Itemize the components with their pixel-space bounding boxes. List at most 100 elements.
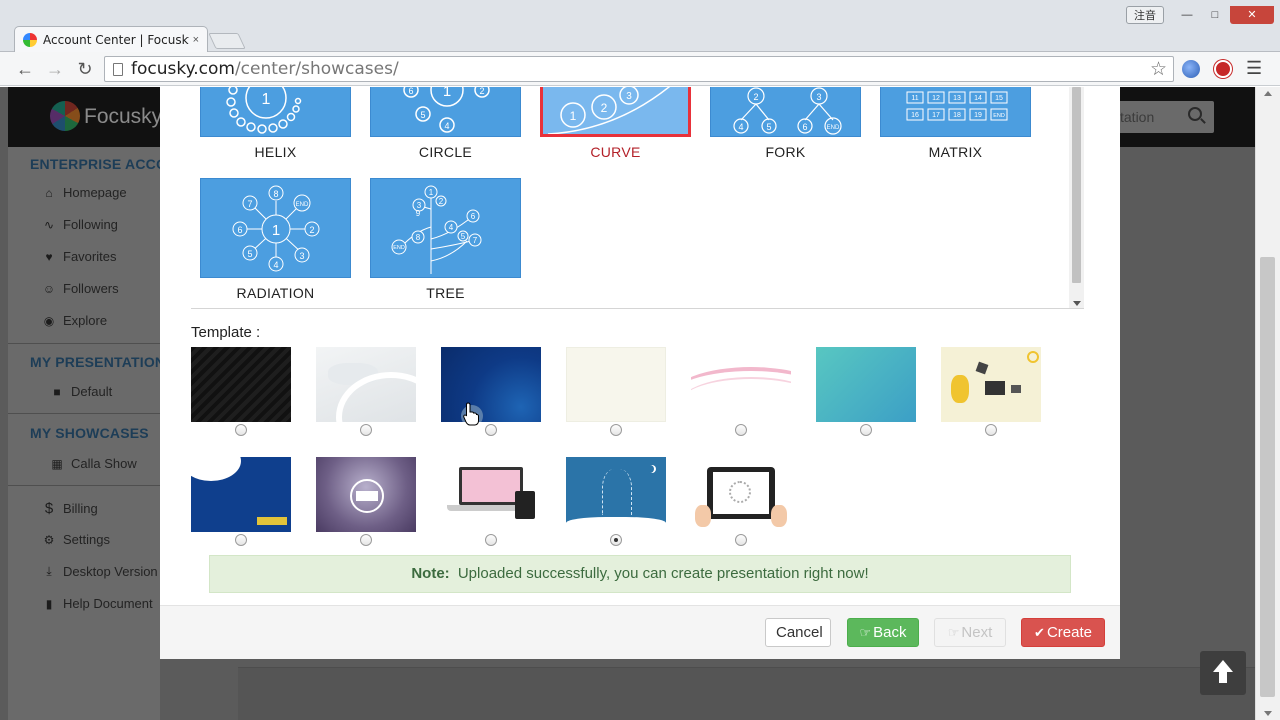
svg-text:13: 13 <box>953 95 961 102</box>
svg-text:2: 2 <box>309 225 314 235</box>
create-button[interactable]: ✔ Create <box>1021 618 1105 647</box>
users-icon: ☺ <box>42 281 56 296</box>
layout-label: MATRIX <box>928 144 983 160</box>
sidebar-item-calla-show[interactable]: ▦ Calla Show <box>50 456 136 471</box>
url-path: /center/showcases/ <box>234 59 399 79</box>
radiation-diagram-icon: 1 8 END 7 2 6 3 5 4 <box>232 185 320 272</box>
layout-thumb-helix: 1 <box>200 87 351 137</box>
layout-thumb-circle: 1 6 2 5 4 <box>370 87 521 137</box>
minimize-icon[interactable]: — <box>1174 6 1200 24</box>
search-icon[interactable] <box>1188 107 1202 121</box>
reload-icon[interactable]: ↻ <box>74 58 96 80</box>
sidebar-item-homepage[interactable]: ⌂ Homepage <box>42 185 127 200</box>
modal-footer: Cancel ☞ Back ☞ Next ✔ Create <box>160 605 1120 659</box>
template-thumb-5[interactable] <box>691 347 791 422</box>
new-tab-button[interactable] <box>208 33 246 49</box>
close-window-icon[interactable]: ✕ <box>1230 6 1274 24</box>
site-logo-text: Focusky <box>84 105 163 128</box>
tab-close-icon[interactable]: × <box>193 34 199 46</box>
fork-diagram-icon: 2 3 4 5 6 END <box>733 87 842 135</box>
template-radio-10[interactable] <box>485 534 497 546</box>
sidebar-item-explore[interactable]: ◉ Explore <box>42 313 107 328</box>
block-icon[interactable] <box>1214 60 1232 78</box>
layout-scrollbar[interactable] <box>1069 87 1084 308</box>
svg-text:4: 4 <box>273 260 278 270</box>
svg-text:3: 3 <box>299 251 304 261</box>
layout-thumb-tree: 1 2 3 4 5 6 7 8 9 END <box>370 178 521 278</box>
sidebar-item-default[interactable]: ■ Default <box>50 384 112 399</box>
template-thumb-6[interactable] <box>816 347 916 422</box>
layout-card-fork[interactable]: 2 3 4 5 6 END FORK <box>710 87 861 160</box>
menu-icon[interactable]: ☰ <box>1246 58 1262 79</box>
template-radio-1[interactable] <box>235 424 247 436</box>
sidebar-item-billing[interactable]: $ Billing <box>42 500 98 517</box>
svg-text:8: 8 <box>273 189 278 199</box>
template-radio-2[interactable] <box>360 424 372 436</box>
template-thumb-1[interactable] <box>191 347 291 422</box>
star-icon[interactable]: ☆ <box>1150 58 1167 81</box>
layout-label: TREE <box>426 285 465 301</box>
template-radio-5[interactable] <box>735 424 747 436</box>
sidebar-item-help-document[interactable]: ▮ Help Document <box>42 596 153 611</box>
svg-text:END: END <box>393 245 405 251</box>
browser-tab[interactable]: Account Center | Focusky × <box>14 26 208 52</box>
template-radio-8[interactable] <box>235 534 247 546</box>
template-thumb-3[interactable] <box>441 347 541 422</box>
svg-text:2: 2 <box>479 87 484 96</box>
template-thumb-12[interactable] <box>691 457 791 532</box>
layout-card-matrix[interactable]: 11 12 13 14 15 16 17 18 19 END MATRIX <box>880 87 1031 160</box>
address-bar[interactable]: focusky.com/center/showcases/ ☆ <box>104 56 1174 82</box>
sidebar-item-followers[interactable]: ☺ Followers <box>42 281 119 296</box>
globe-icon[interactable] <box>1182 60 1200 78</box>
sidebar-item-following[interactable]: ∿ Following <box>42 217 118 232</box>
layout-scrollbar-thumb[interactable] <box>1072 87 1081 283</box>
template-radio-12[interactable] <box>735 534 747 546</box>
page-scrollbar-thumb[interactable] <box>1260 257 1275 697</box>
template-radio-7[interactable] <box>985 424 997 436</box>
back-arrow-icon[interactable]: ← <box>14 58 36 80</box>
svg-text:14: 14 <box>974 95 982 102</box>
scroll-down-arrow-icon[interactable] <box>1264 711 1272 716</box>
template-thumb-9[interactable] <box>316 457 416 532</box>
next-button[interactable]: ☞ Next <box>934 618 1006 647</box>
back-button[interactable]: ☞ Back <box>847 618 919 647</box>
svg-text:6: 6 <box>471 212 476 221</box>
ime-indicator[interactable]: 注音 <box>1126 6 1164 24</box>
sidebar-divider <box>8 413 160 414</box>
maximize-icon[interactable]: □ <box>1202 6 1228 24</box>
template-radio-4[interactable] <box>610 424 622 436</box>
sidebar-item-desktop-version[interactable]: ⤓ Desktop Version <box>42 564 157 579</box>
hand-right-icon: ☞ <box>947 625 960 640</box>
layout-card-curve[interactable]: 1 2 3 CURVE <box>540 87 691 160</box>
layout-card-helix[interactable]: 1 HELIX <box>200 87 351 160</box>
folder-icon: ■ <box>53 384 61 399</box>
check-icon: ✔ <box>1034 625 1045 640</box>
layout-card-tree[interactable]: 1 2 3 4 5 6 7 8 9 END TREE <box>370 178 521 301</box>
scroll-down-arrow-icon[interactable] <box>1073 301 1081 306</box>
layout-label: RADIATION <box>236 285 315 301</box>
template-radio-3[interactable] <box>485 424 497 436</box>
back-to-top-button[interactable] <box>1200 651 1246 695</box>
template-thumb-4[interactable] <box>566 347 666 422</box>
svg-text:END: END <box>827 125 840 131</box>
layout-thumb-matrix: 11 12 13 14 15 16 17 18 19 END <box>880 87 1031 137</box>
sidebar-item-favorites[interactable]: ♥ Favorites <box>42 249 116 264</box>
forward-arrow-icon[interactable]: → <box>44 58 66 80</box>
template-thumb-2[interactable] <box>316 347 416 422</box>
template-thumb-11[interactable] <box>566 457 666 532</box>
sidebar-item-label: Settings <box>63 532 110 547</box>
template-thumb-7[interactable] <box>941 347 1041 422</box>
layout-card-circle[interactable]: 1 6 2 5 4 CIRCLE <box>370 87 521 160</box>
sidebar-item-settings[interactable]: ⚙ Settings <box>42 532 110 547</box>
cancel-button[interactable]: Cancel <box>765 618 831 647</box>
sidebar-item-label: Homepage <box>63 185 127 200</box>
scroll-up-arrow-icon[interactable] <box>1264 91 1272 96</box>
template-radio-9[interactable] <box>360 534 372 546</box>
template-radio-6[interactable] <box>860 424 872 436</box>
svg-text:5: 5 <box>420 110 425 120</box>
page-scrollbar[interactable] <box>1255 87 1280 720</box>
template-thumb-10[interactable] <box>441 457 541 532</box>
template-thumb-8[interactable] <box>191 457 291 532</box>
layout-card-radiation[interactable]: 1 8 END 7 2 6 3 5 4 RADIATION <box>200 178 351 301</box>
template-radio-11[interactable] <box>610 534 622 546</box>
